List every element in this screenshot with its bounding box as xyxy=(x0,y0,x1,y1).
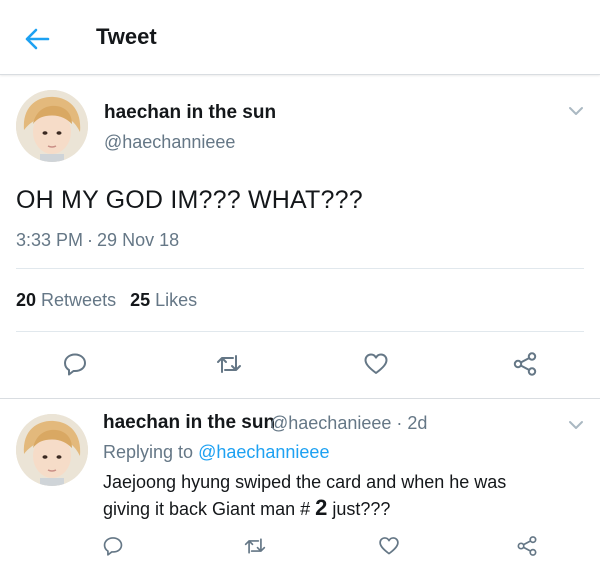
reply-text-emphasis: 2 xyxy=(315,495,328,520)
tweet-stats: 20 Retweets 25 Likes xyxy=(16,290,197,311)
retweets-count: 20 xyxy=(16,290,37,310)
tweet-date: 29 Nov 18 xyxy=(97,230,180,250)
reply-button[interactable] xyxy=(62,351,88,377)
tweet-time: 3:33 PM xyxy=(16,230,84,250)
reply-age: 2d xyxy=(407,413,428,433)
retweets-stat[interactable]: 20 Retweets xyxy=(16,290,116,310)
replying-to: Replying to @haechannieee xyxy=(103,442,329,463)
divider xyxy=(16,331,584,332)
tweet-text: OH MY GOD IM??? WHAT??? xyxy=(16,186,363,214)
like-button[interactable] xyxy=(363,351,389,377)
reply-text-line: giving it back Giant man # 2 just??? xyxy=(103,495,573,522)
likes-label: Likes xyxy=(155,290,198,310)
like-icon xyxy=(364,353,388,374)
share-button[interactable] xyxy=(516,535,538,557)
tweet-timestamp: 3:33 PM · 29 Nov 18 xyxy=(16,230,180,250)
reply-author-handle[interactable]: @haechanieee · 2d xyxy=(270,413,427,434)
reply-text-part: giving it back Giant man # xyxy=(103,499,316,519)
likes-count: 25 xyxy=(130,290,151,310)
chevron-down-icon xyxy=(569,421,583,429)
divider xyxy=(0,398,600,399)
reply-text: Jaejoong hyung swiped the card and when … xyxy=(103,469,573,522)
likes-stat[interactable]: 25 Likes xyxy=(130,290,197,310)
retweet-icon xyxy=(244,538,266,554)
back-button[interactable] xyxy=(22,24,52,54)
author-name[interactable]: haechan in the sun xyxy=(104,102,276,124)
tweet-menu-button[interactable] xyxy=(567,104,585,116)
reply-text-line: Jaejoong hyung swiped the card and when … xyxy=(103,472,507,492)
like-button[interactable] xyxy=(378,535,400,557)
reply-menu-button[interactable] xyxy=(567,418,585,430)
reply-handle-text: @haechanieee xyxy=(270,413,392,433)
like-icon xyxy=(379,537,399,555)
share-icon xyxy=(513,352,537,376)
share-button[interactable] xyxy=(512,351,538,377)
share-icon xyxy=(517,536,537,556)
avatar[interactable] xyxy=(16,414,88,486)
retweet-icon xyxy=(217,355,241,373)
chevron-down-icon xyxy=(569,107,583,115)
reply-text-part: just??? xyxy=(327,499,391,519)
arrow-left-icon xyxy=(25,28,50,50)
author-handle[interactable]: @haechannieee xyxy=(104,132,235,153)
top-bar: Tweet xyxy=(0,0,600,75)
avatar[interactable] xyxy=(16,90,88,162)
reply-author-name[interactable]: haechan in the sun xyxy=(103,412,275,434)
retweet-button[interactable] xyxy=(243,535,267,557)
page-title: Tweet xyxy=(96,24,157,49)
replying-handle-link[interactable]: @haechannieee xyxy=(198,442,329,462)
retweet-button[interactable] xyxy=(215,351,243,377)
reply-icon xyxy=(64,353,86,376)
replying-prefix: Replying to xyxy=(103,442,194,462)
divider xyxy=(16,268,584,269)
reply-button[interactable] xyxy=(102,535,124,557)
retweets-label: Retweets xyxy=(41,290,117,310)
reply-icon xyxy=(103,537,123,556)
